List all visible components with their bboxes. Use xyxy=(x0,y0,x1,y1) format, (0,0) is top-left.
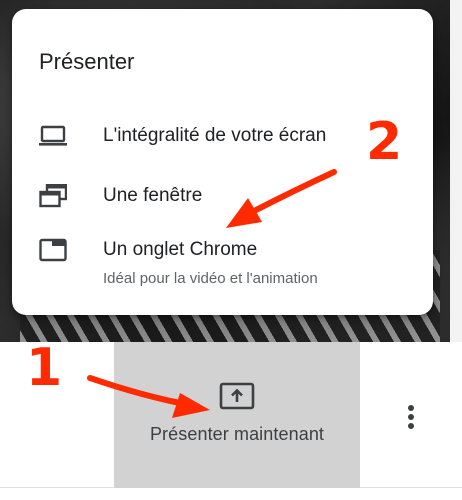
present-now-button[interactable]: Présenter maintenant xyxy=(114,342,360,488)
annotation-step-2: 2 xyxy=(366,112,403,172)
menu-item-window[interactable]: Une fenêtre xyxy=(12,173,433,219)
present-screen-icon xyxy=(219,382,255,410)
bottom-toolbar: Présenter maintenant xyxy=(0,342,462,488)
menu-title: Présenter xyxy=(39,49,135,74)
present-now-label: Présenter maintenant xyxy=(149,424,325,444)
menu-item-label: L'intégralité de votre écran xyxy=(103,125,327,146)
menu-item-label: Un onglet Chrome xyxy=(103,239,258,260)
menu-item-chrome-tab[interactable]: Un onglet Chrome Idéal pour la vidéo et … xyxy=(12,227,433,293)
laptop-icon xyxy=(39,125,67,146)
annotation-step-1: 1 xyxy=(26,338,63,398)
more-options-button[interactable] xyxy=(394,400,428,434)
menu-item-sublabel: Idéal pour la vidéo et l'animation xyxy=(103,270,318,287)
right-edge-panel xyxy=(450,0,462,342)
window-icon xyxy=(39,184,67,208)
menu-item-label: Une fenêtre xyxy=(103,185,203,206)
more-vert-icon xyxy=(408,405,414,429)
tab-icon xyxy=(39,238,67,262)
